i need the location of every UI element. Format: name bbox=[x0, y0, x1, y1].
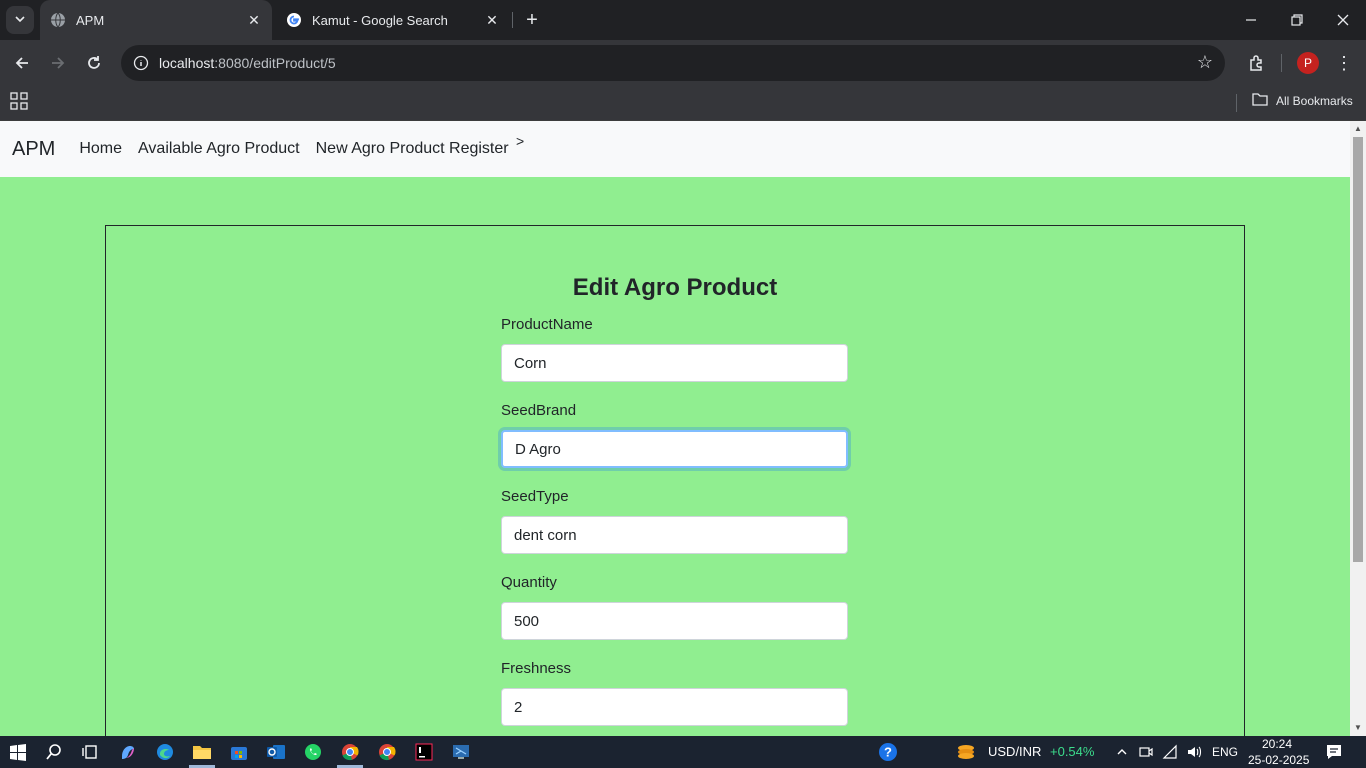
whatsapp-icon[interactable] bbox=[301, 740, 325, 764]
page-scrollbar[interactable]: ▲ ▼ bbox=[1350, 121, 1366, 736]
file-explorer-icon[interactable] bbox=[190, 740, 214, 764]
folder-icon bbox=[1252, 92, 1268, 109]
stocks-coins-icon bbox=[954, 740, 978, 764]
address-bar[interactable]: localhost:8080/editProduct/5 ☆ bbox=[121, 45, 1225, 81]
tab-kamut-search[interactable]: Kamut - Google Search ✕ bbox=[276, 0, 510, 40]
chrome-icon[interactable] bbox=[338, 740, 362, 764]
svg-text:?: ? bbox=[884, 745, 892, 760]
url-host: localhost bbox=[159, 55, 215, 71]
all-bookmarks-label: All Bookmarks bbox=[1276, 93, 1353, 108]
all-bookmarks-button[interactable]: All Bookmarks bbox=[1252, 92, 1353, 109]
tab-strip: APM ✕ Kamut - Google Search ✕ + bbox=[0, 0, 1366, 40]
seed-brand-label: SeedBrand bbox=[501, 402, 577, 419]
forward-button[interactable] bbox=[43, 48, 73, 78]
quantity-input[interactable] bbox=[501, 602, 848, 640]
nav-link-available-products[interactable]: Available Agro Product bbox=[138, 140, 300, 158]
nav-link-register-product[interactable]: New Agro Product Register bbox=[316, 140, 509, 158]
nav-link-home[interactable]: Home bbox=[79, 140, 122, 158]
apps-grid-icon[interactable] bbox=[10, 92, 30, 112]
globe-icon bbox=[50, 12, 66, 28]
clock-time[interactable]: 20:24 bbox=[1262, 737, 1292, 751]
navbar-brand[interactable]: APM bbox=[12, 138, 55, 161]
close-icon[interactable]: ✕ bbox=[480, 12, 504, 29]
scroll-thumb[interactable] bbox=[1353, 137, 1363, 562]
tab-title: Kamut - Google Search bbox=[312, 12, 448, 28]
url-text: localhost:8080/editProduct/5 bbox=[159, 55, 336, 71]
close-window-button[interactable] bbox=[1320, 0, 1366, 40]
remote-desktop-icon[interactable] bbox=[449, 740, 473, 764]
scroll-down-arrow-icon[interactable]: ▼ bbox=[1350, 720, 1366, 736]
bookmarks-bar: All Bookmarks bbox=[0, 86, 1366, 121]
minimize-button[interactable] bbox=[1228, 0, 1274, 40]
restore-button[interactable] bbox=[1274, 0, 1320, 40]
back-button[interactable] bbox=[7, 48, 37, 78]
outlook-icon[interactable] bbox=[264, 740, 288, 764]
close-icon[interactable]: ✕ bbox=[242, 12, 266, 29]
store-icon[interactable] bbox=[227, 740, 251, 764]
help-icon[interactable]: ? bbox=[876, 740, 900, 764]
ticker-change: +0.54% bbox=[1050, 744, 1095, 759]
seed-type-label: SeedType bbox=[501, 488, 569, 505]
freshness-input[interactable] bbox=[501, 688, 848, 726]
tab-title: APM bbox=[76, 12, 105, 28]
reload-icon bbox=[88, 56, 100, 69]
site-navbar: APM Home Available Agro Product New Agro… bbox=[0, 121, 1350, 177]
nav-chevron[interactable]: > bbox=[516, 133, 524, 149]
notifications-icon[interactable] bbox=[1322, 740, 1346, 764]
tab-divider bbox=[512, 12, 513, 28]
arrow-right-icon bbox=[52, 57, 65, 69]
form-title: Edit Agro Product bbox=[572, 274, 778, 301]
task-view-icon[interactable] bbox=[78, 740, 102, 764]
extensions-icon[interactable] bbox=[1242, 48, 1272, 78]
bookmarks-divider bbox=[1236, 94, 1237, 112]
chrome-icon[interactable] bbox=[375, 740, 399, 764]
bookmark-star-icon[interactable]: ☆ bbox=[1197, 52, 1213, 73]
meet-now-icon[interactable] bbox=[1134, 740, 1158, 764]
browser-toolbar: localhost:8080/editProduct/5 ☆ P ⋮ bbox=[0, 40, 1366, 86]
ticker-label[interactable]: USD/INR bbox=[988, 744, 1041, 759]
product-name-input[interactable] bbox=[501, 344, 848, 382]
tab-apm[interactable]: APM ✕ bbox=[40, 0, 272, 40]
edge-icon[interactable] bbox=[153, 740, 177, 764]
chevron-up-icon[interactable] bbox=[1110, 740, 1134, 764]
scroll-up-arrow-icon[interactable]: ▲ bbox=[1350, 121, 1366, 137]
reload-button[interactable] bbox=[79, 48, 109, 78]
edit-product-card: Edit Agro Product ProductName SeedBrand … bbox=[105, 225, 1245, 736]
toolbar-divider bbox=[1281, 54, 1282, 72]
page-viewport: APM Home Available Agro Product New Agro… bbox=[0, 121, 1366, 736]
search-icon[interactable] bbox=[42, 740, 66, 764]
copilot-icon[interactable] bbox=[116, 740, 140, 764]
product-name-label: ProductName bbox=[501, 316, 593, 333]
windows-start-icon[interactable] bbox=[6, 740, 30, 764]
language-indicator[interactable]: ENG bbox=[1212, 745, 1238, 759]
intellij-icon[interactable] bbox=[412, 740, 436, 764]
google-icon bbox=[286, 12, 302, 28]
seed-type-input[interactable] bbox=[501, 516, 848, 554]
seed-brand-input[interactable] bbox=[501, 430, 848, 468]
windows-taskbar: ? USD/INR +0.54% ENG 20:24 25-02-2025 bbox=[0, 736, 1366, 768]
wifi-icon[interactable] bbox=[1158, 740, 1182, 764]
tab-search-button[interactable] bbox=[6, 6, 34, 34]
volume-icon[interactable] bbox=[1182, 740, 1206, 764]
clock-date[interactable]: 25-02-2025 bbox=[1248, 753, 1309, 767]
chevron-down-icon bbox=[14, 13, 26, 28]
arrow-left-icon bbox=[15, 57, 28, 69]
new-tab-button[interactable]: + bbox=[518, 6, 546, 34]
site-info-icon[interactable] bbox=[131, 53, 151, 73]
url-path: :8080/editProduct/5 bbox=[214, 55, 336, 71]
kebab-menu-icon[interactable]: ⋮ bbox=[1332, 48, 1356, 78]
quantity-label: Quantity bbox=[501, 574, 557, 591]
profile-avatar[interactable]: P bbox=[1297, 52, 1319, 74]
freshness-label: Freshness bbox=[501, 660, 572, 677]
